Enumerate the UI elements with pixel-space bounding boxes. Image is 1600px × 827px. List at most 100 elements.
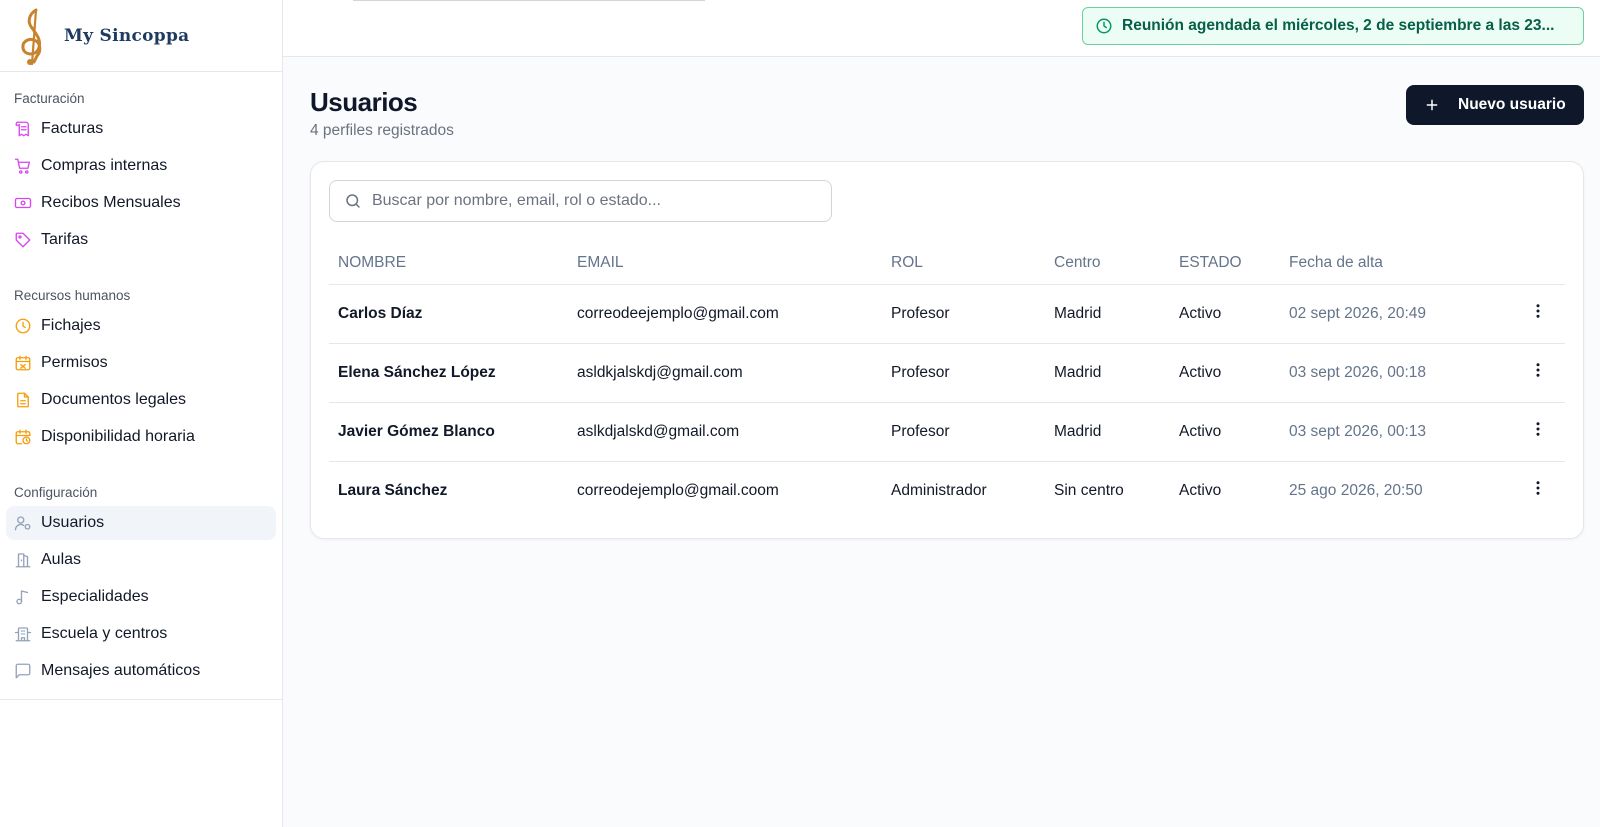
- row-actions-button[interactable]: [1529, 420, 1547, 438]
- sidebar-item-compras-internas[interactable]: Compras internas: [6, 149, 276, 183]
- table-row[interactable]: Laura Sánchez correodejemplo@gmail.coom …: [329, 461, 1565, 520]
- sidebar-item-label: Documentos legales: [41, 391, 186, 408]
- plus-icon: [1426, 99, 1438, 111]
- row-actions-button[interactable]: [1529, 302, 1547, 320]
- top-bar: Reunión agendada el miércoles, 2 de sept…: [283, 0, 1600, 57]
- sidebar-item-label: Facturas: [41, 120, 104, 137]
- door-icon: [14, 551, 32, 569]
- calendar-off-icon: [14, 354, 32, 372]
- top-bar-divider: [353, 0, 705, 1]
- cell-nombre: Laura Sánchez: [338, 481, 448, 499]
- cell-centro: Madrid: [1045, 284, 1170, 344]
- cell-fecha-alta: 03 sept 2026, 00:13: [1280, 402, 1510, 462]
- sidebar-item-documentos-legales[interactable]: Documentos legales: [6, 383, 276, 417]
- sidebar-item-label: Escuela y centros: [41, 625, 168, 642]
- search-box[interactable]: [329, 180, 832, 222]
- users-card: NOMBRE EMAIL ROL Centro ESTADO Fecha de …: [310, 161, 1584, 539]
- users-table: NOMBRE EMAIL ROL Centro ESTADO Fecha de …: [329, 242, 1565, 520]
- search-icon: [346, 194, 360, 208]
- sidebar-item-tarifas[interactable]: Tarifas: [6, 223, 276, 257]
- cell-fecha-alta: 03 sept 2026, 00:18: [1280, 343, 1510, 403]
- sidebar-nav: Facturación Facturas Compras internas Re…: [0, 89, 282, 700]
- page-title: Usuarios: [310, 87, 418, 117]
- row-actions-button[interactable]: [1529, 479, 1547, 497]
- sidebar-item-fichajes[interactable]: Fichajes: [6, 309, 276, 343]
- cell-estado: Activo: [1170, 284, 1280, 344]
- notification-toast[interactable]: Reunión agendada el miércoles, 2 de sept…: [1082, 7, 1584, 45]
- cell-fecha-alta: 25 ago 2026, 20:50: [1289, 481, 1423, 499]
- cell-centro: Madrid: [1045, 402, 1170, 462]
- sidebar-item-permisos[interactable]: Permisos: [6, 346, 276, 380]
- sidebar-item-label: Recibos Mensuales: [41, 194, 181, 211]
- sidebar-item-label: Especialidades: [41, 588, 149, 605]
- cell-nombre: Carlos Díaz: [329, 284, 568, 344]
- cell-estado: Activo: [1170, 343, 1280, 403]
- clock-icon: [14, 317, 32, 335]
- cell-nombre: Elena Sánchez López: [329, 343, 568, 403]
- sidebar-item-recibos-mensuales[interactable]: Recibos Mensuales: [6, 186, 276, 220]
- user-cog-icon: [14, 514, 32, 532]
- table-row[interactable]: Carlos Díaz correodeejemplo@gmail.com Pr…: [329, 284, 1565, 344]
- row-actions-button[interactable]: [1529, 361, 1547, 379]
- toast-text: Reunión agendada el miércoles, 2 de sept…: [1122, 17, 1555, 34]
- column-header-email[interactable]: EMAIL: [568, 242, 882, 285]
- table-row[interactable]: Javier Gómez Blanco aslkdjalskd@gmail.co…: [329, 402, 1565, 462]
- sidebar-item-label: Aulas: [41, 551, 82, 568]
- sidebar-item-label: Disponibilidad horaria: [41, 428, 195, 445]
- column-header-estado[interactable]: ESTADO: [1170, 242, 1280, 285]
- cell-actions: [1510, 402, 1565, 462]
- sidebar-item-disponibilidad-horaria[interactable]: Disponibilidad horaria: [6, 420, 276, 454]
- sidebar-item-aulas[interactable]: Aulas: [6, 543, 276, 577]
- more-vertical-icon: [1536, 481, 1539, 495]
- sidebar-item-label: Compras internas: [41, 157, 168, 174]
- cell-actions: [1510, 284, 1565, 344]
- sidebar-item-especialidades[interactable]: Especialidades: [6, 580, 276, 614]
- cell-rol: Administrador: [891, 481, 987, 499]
- sidebar-item-label: Permisos: [41, 354, 108, 371]
- brand-name: My Sincoppa: [64, 25, 190, 46]
- document-icon: [14, 391, 32, 409]
- sidebar-item-facturas[interactable]: Facturas: [6, 112, 276, 146]
- section-title-facturacion: Facturación: [14, 91, 85, 106]
- banknote-icon: [14, 194, 32, 212]
- cart-icon: [14, 157, 32, 175]
- users-table-wrap: NOMBRE EMAIL ROL Centro ESTADO Fecha de …: [329, 242, 1565, 520]
- column-header-rol[interactable]: ROL: [882, 242, 1045, 285]
- sidebar-item-escuela-y-centros[interactable]: Escuela y centros: [6, 617, 276, 651]
- new-user-button[interactable]: Nuevo usuario: [1406, 85, 1584, 125]
- cell-email: correodeejemplo@gmail.com: [568, 284, 882, 344]
- column-header-nombre[interactable]: NOMBRE: [329, 242, 568, 285]
- sidebar-item-usuarios[interactable]: Usuarios: [6, 506, 276, 540]
- column-header-fecha-alta[interactable]: Fecha de alta: [1280, 242, 1510, 285]
- section-title-configuracion: Configuración: [14, 485, 98, 500]
- sidebar-item-mensajes-automaticos[interactable]: Mensajes automáticos: [6, 654, 276, 688]
- calendar-clock-icon: [14, 428, 32, 446]
- cell-estado: Activo: [1170, 402, 1280, 462]
- cell-rol: Profesor: [882, 284, 1045, 344]
- treble-clef-logo-icon: [21, 8, 42, 65]
- cell-email: correodejemplo@gmail.coom: [577, 481, 779, 499]
- cell-rol: Profesor: [882, 343, 1045, 403]
- cell-estado: Activo: [1179, 481, 1222, 499]
- cell-email: asldkjalskdj@gmail.com: [568, 343, 882, 403]
- section-title-recursos-humanos: Recursos humanos: [14, 288, 131, 303]
- cell-centro: Madrid: [1045, 343, 1170, 403]
- sidebar-item-label: Usuarios: [41, 514, 105, 531]
- sidebar-item-label: Fichajes: [41, 317, 101, 334]
- cell-email: aslkdjalskd@gmail.com: [568, 402, 882, 462]
- building-icon: [14, 625, 32, 643]
- search-input[interactable]: [371, 192, 831, 210]
- cell-rol: Profesor: [882, 402, 1045, 462]
- cell-actions: [1510, 343, 1565, 403]
- cell-nombre: Javier Gómez Blanco: [329, 402, 568, 462]
- column-header-centro[interactable]: Centro: [1045, 242, 1170, 285]
- brand[interactable]: My Sincoppa: [0, 0, 282, 72]
- cell-centro: Sin centro: [1054, 481, 1124, 499]
- more-vertical-icon: [1536, 304, 1539, 318]
- sidebar-item-label: Mensajes automáticos: [41, 662, 201, 679]
- page-subtitle: 4 perfiles registrados: [310, 122, 454, 139]
- column-header-actions: [1510, 242, 1565, 285]
- cell-fecha-alta: 02 sept 2026, 20:49: [1280, 284, 1510, 344]
- sidebar: My Sincoppa Facturación Facturas Compras…: [0, 0, 283, 827]
- table-row[interactable]: Elena Sánchez López asldkjalskdj@gmail.c…: [329, 343, 1565, 403]
